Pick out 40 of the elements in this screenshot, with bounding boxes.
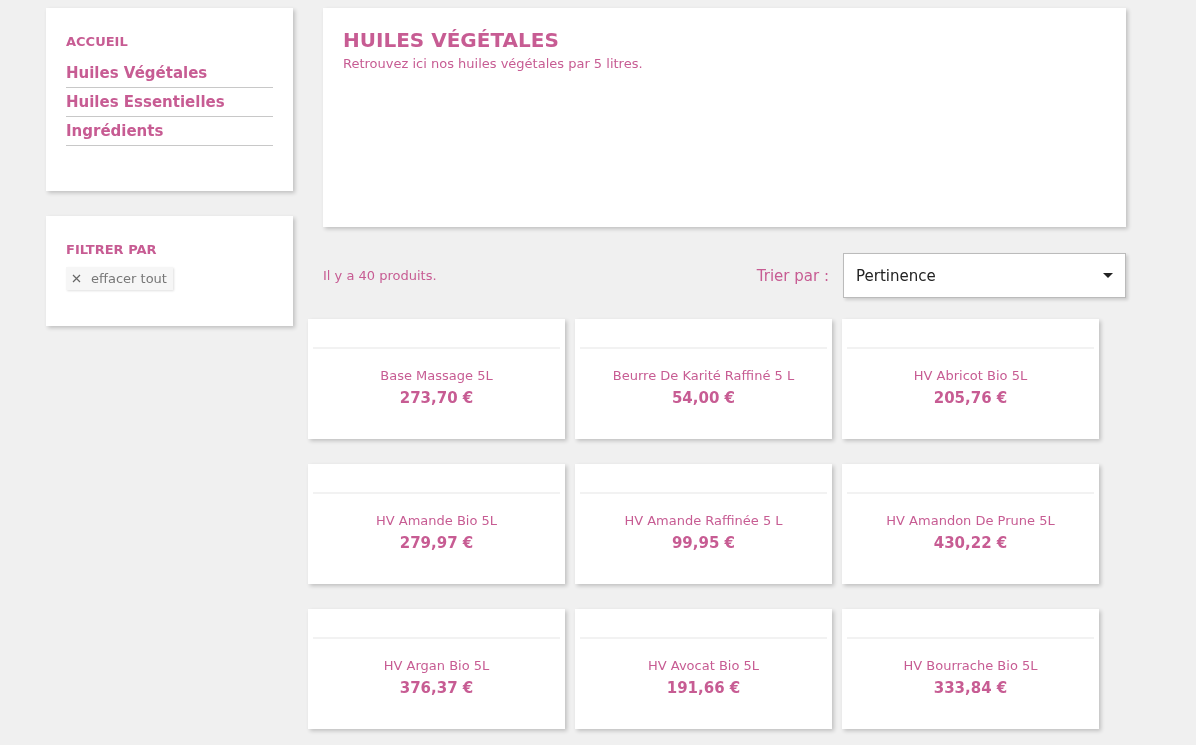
product-card[interactable]: HV Amandon De Prune 5L 430,22 € — [842, 464, 1099, 584]
product-name: HV Bourrache Bio 5L — [903, 658, 1038, 673]
product-name: HV Amandon De Prune 5L — [886, 513, 1055, 528]
product-price: 273,70 € — [399, 389, 474, 407]
product-name: HV Amande Raffinée 5 L — [624, 513, 783, 528]
product-price: 191,66 € — [666, 679, 741, 697]
product-card[interactable]: HV Abricot Bio 5L 205,76 € — [842, 319, 1099, 439]
menu-link[interactable]: Huiles Végétales — [66, 59, 273, 88]
caret-icon — [1103, 273, 1113, 278]
menu-heading: ACCUEIL — [66, 34, 129, 49]
product-card[interactable]: Base Massage 5L 273,70 € — [308, 319, 565, 439]
product-card[interactable]: HV Bourrache Bio 5L 333,84 € — [842, 609, 1099, 729]
product-price: 205,76 € — [933, 389, 1008, 407]
clear-all-button[interactable]: effacer tout — [66, 267, 173, 290]
product-card[interactable]: HV Amande Bio 5L 279,97 € — [308, 464, 565, 584]
product-price: 333,84 € — [933, 679, 1008, 697]
product-name: HV Avocat Bio 5L — [647, 658, 760, 673]
product-price: 99,95 € — [671, 534, 736, 552]
product-card[interactable]: Beurre De Karité Raffiné 5 L 54,00 € — [575, 319, 832, 439]
sort-label: Trier par : — [756, 266, 829, 285]
product-price: 279,97 € — [399, 534, 474, 552]
category-description: Retrouvez ici nos huiles végétales par 5 litres. — [343, 56, 644, 71]
product-name: Beurre De Karité Raffiné 5 L — [612, 368, 795, 383]
product-name: HV Amande Bio 5L — [375, 513, 498, 528]
filter-heading: FILTRER PAR — [66, 242, 158, 257]
product-name: HV Abricot Bio 5L — [913, 368, 1028, 383]
product-price: 54,00 € — [671, 389, 736, 407]
menu-link[interactable]: Huiles Essentielles — [66, 88, 273, 117]
product-price: 430,22 € — [933, 534, 1008, 552]
sort-dropdown[interactable]: Pertinence — [843, 253, 1126, 298]
product-name: HV Argan Bio 5L — [383, 658, 490, 673]
menu-link[interactable]: Ingrédients — [66, 117, 273, 146]
product-card[interactable]: HV Amande Raffinée 5 L 99,95 € — [575, 464, 832, 584]
product-card[interactable]: HV Avocat Bio 5L 191,66 € — [575, 609, 832, 729]
category-title: HUILES VÉGÉTALES — [343, 28, 560, 52]
product-price: 376,37 € — [399, 679, 474, 697]
product-name: Base Massage 5L — [380, 368, 493, 383]
product-card[interactable]: HV Argan Bio 5L 376,37 € — [308, 609, 565, 729]
product-count: Il y a 40 produits. — [323, 268, 437, 283]
close-icon — [72, 274, 81, 283]
